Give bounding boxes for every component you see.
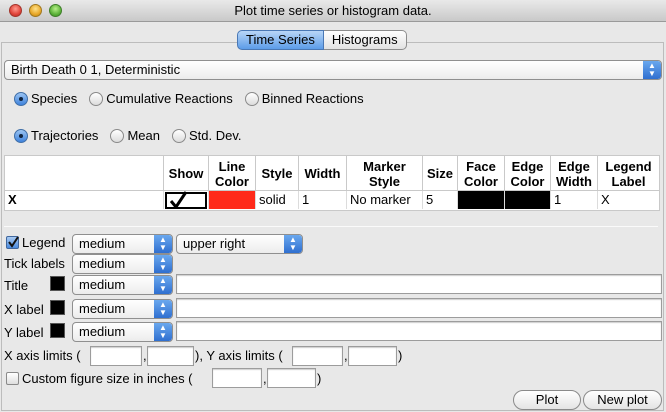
new-plot-button[interactable]: New plot: [583, 390, 662, 410]
x-max-input[interactable]: [147, 346, 194, 366]
statistic-group: Trajectories Mean Std. Dev.: [14, 128, 253, 143]
model-select[interactable]: Birth Death 0 1, Deterministic ▲ ▼: [4, 60, 662, 80]
series-table: Show Line Color Style Width Marker Style…: [4, 155, 660, 211]
data-type-group: Species Cumulative Reactions Binned Reac…: [14, 91, 376, 106]
header-face-color: Face Color: [458, 156, 505, 191]
popup-arrows-icon: ▲ ▼: [643, 61, 661, 79]
title-input[interactable]: [176, 274, 662, 294]
popup-arrows-icon: ▲ ▼: [284, 235, 302, 253]
title-label: Title: [4, 278, 29, 293]
popup-arrows-icon: ▲ ▼: [154, 323, 172, 341]
header-width: Width: [299, 156, 347, 191]
style-cell[interactable]: solid: [256, 191, 299, 209]
close-window-button[interactable]: [9, 4, 22, 17]
tab-time-series[interactable]: Time Series: [237, 30, 324, 50]
table-header: Show Line Color Style Width Marker Style…: [5, 156, 659, 191]
face-color-swatch[interactable]: [458, 191, 505, 209]
header-blank: [5, 156, 164, 191]
checkmark-icon: [169, 191, 188, 209]
x-label-color-swatch[interactable]: [50, 300, 65, 315]
radio-species-label: Species: [31, 91, 78, 106]
table-row: X solid 1 No marker 5 1 X: [5, 191, 659, 209]
width-cell[interactable]: 1: [299, 191, 347, 209]
model-select-value: Birth Death 0 1, Deterministic: [11, 62, 181, 77]
radio-species[interactable]: [14, 91, 28, 106]
radio-trajectories-label: Trajectories: [31, 128, 99, 143]
x-label-size-value: medium: [79, 301, 126, 316]
row-name: X: [5, 191, 164, 209]
radio-std-dev-label: Std. Dev.: [188, 128, 242, 143]
x-axis-limits-label: X axis limits (: [4, 348, 81, 363]
header-legend-label: Legend Label: [605, 158, 652, 189]
radio-cumulative-reactions[interactable]: [89, 91, 104, 106]
legend-size-value: medium: [79, 236, 126, 251]
x-label-label: X label: [4, 302, 44, 317]
legend-location-select[interactable]: upper right ▲ ▼: [176, 234, 303, 254]
custom-size-checkbox[interactable]: [6, 372, 19, 385]
radio-mean[interactable]: [110, 128, 125, 143]
window-title: Plot time series or histogram data.: [234, 3, 432, 18]
plot-type-tabs: Time Series Histograms: [237, 30, 407, 50]
y-label-label: Y label: [4, 325, 44, 340]
header-edge-width: Edge Width: [551, 156, 598, 191]
edge-color-swatch[interactable]: [505, 191, 551, 209]
tab-histograms[interactable]: Histograms: [323, 30, 407, 50]
show-checkbox[interactable]: [165, 191, 207, 209]
y-label-input[interactable]: [176, 321, 662, 341]
popup-arrows-icon: ▲ ▼: [154, 235, 172, 253]
app-window: Plot time series or histogram data. Time…: [0, 0, 666, 412]
header-size: Size: [423, 156, 458, 191]
legend-label: Legend: [22, 235, 66, 250]
radio-mean-label: Mean: [127, 128, 160, 143]
legend-location-value: upper right: [183, 236, 246, 251]
line-color-swatch[interactable]: [209, 191, 256, 209]
radio-cumulative-reactions-label: Cumulative Reactions: [106, 91, 233, 106]
marker-style-cell[interactable]: No marker: [347, 191, 423, 209]
checkmark-icon: [8, 236, 19, 248]
y-limits-close: ): [398, 348, 403, 363]
header-style: Style: [256, 156, 299, 191]
header-marker-style: Marker Style: [347, 156, 423, 191]
plot-button[interactable]: Plot: [513, 390, 581, 410]
radio-std-dev[interactable]: [171, 128, 186, 143]
y-min-input[interactable]: [292, 346, 343, 366]
tick-labels-size-value: medium: [79, 256, 126, 271]
y-label-size-value: medium: [79, 324, 126, 339]
fig-width-input[interactable]: [212, 368, 262, 388]
header-edge-color: Edge Color: [505, 156, 551, 191]
title-size-select[interactable]: medium ▲ ▼: [72, 275, 173, 295]
edge-width-cell[interactable]: 1: [551, 191, 598, 209]
popup-arrows-icon: ▲ ▼: [154, 276, 172, 294]
legend-size-select[interactable]: medium ▲ ▼: [72, 234, 173, 254]
radio-trajectories[interactable]: [14, 128, 28, 143]
fig-height-input[interactable]: [267, 368, 316, 388]
y-label-color-swatch[interactable]: [50, 323, 65, 338]
size-cell[interactable]: 5: [423, 191, 458, 209]
zoom-window-button[interactable]: [49, 4, 62, 17]
radio-binned-reactions-label: Binned Reactions: [261, 91, 364, 106]
x-label-input[interactable]: [176, 298, 662, 318]
popup-arrows-icon: ▲ ▼: [154, 255, 172, 273]
title-bar: Plot time series or histogram data.: [0, 0, 666, 22]
custom-size-label: Custom figure size in inches (: [22, 371, 193, 386]
header-show: Show: [164, 156, 209, 191]
header-line-color: Line Color: [209, 156, 256, 191]
legend-label-cell[interactable]: X: [598, 191, 659, 209]
fig-size-close: ): [317, 371, 322, 386]
tick-labels-size-select[interactable]: medium ▲ ▼: [72, 254, 173, 274]
y-axis-limits-label: ), Y axis limits (: [195, 348, 283, 363]
radio-binned-reactions[interactable]: [244, 91, 259, 106]
x-label-size-select[interactable]: medium ▲ ▼: [72, 299, 173, 319]
popup-arrows-icon: ▲ ▼: [154, 300, 172, 318]
x-min-input[interactable]: [90, 346, 142, 366]
minimize-window-button[interactable]: [29, 4, 42, 17]
title-color-swatch[interactable]: [50, 276, 65, 291]
tick-labels-label: Tick labels: [4, 256, 65, 271]
section-divider: [4, 226, 658, 227]
title-size-value: medium: [79, 277, 126, 292]
show-checkbox-cell[interactable]: [164, 191, 209, 209]
y-max-input[interactable]: [348, 346, 397, 366]
legend-checkbox[interactable]: [6, 236, 19, 249]
y-label-size-select[interactable]: medium ▲ ▼: [72, 322, 173, 342]
